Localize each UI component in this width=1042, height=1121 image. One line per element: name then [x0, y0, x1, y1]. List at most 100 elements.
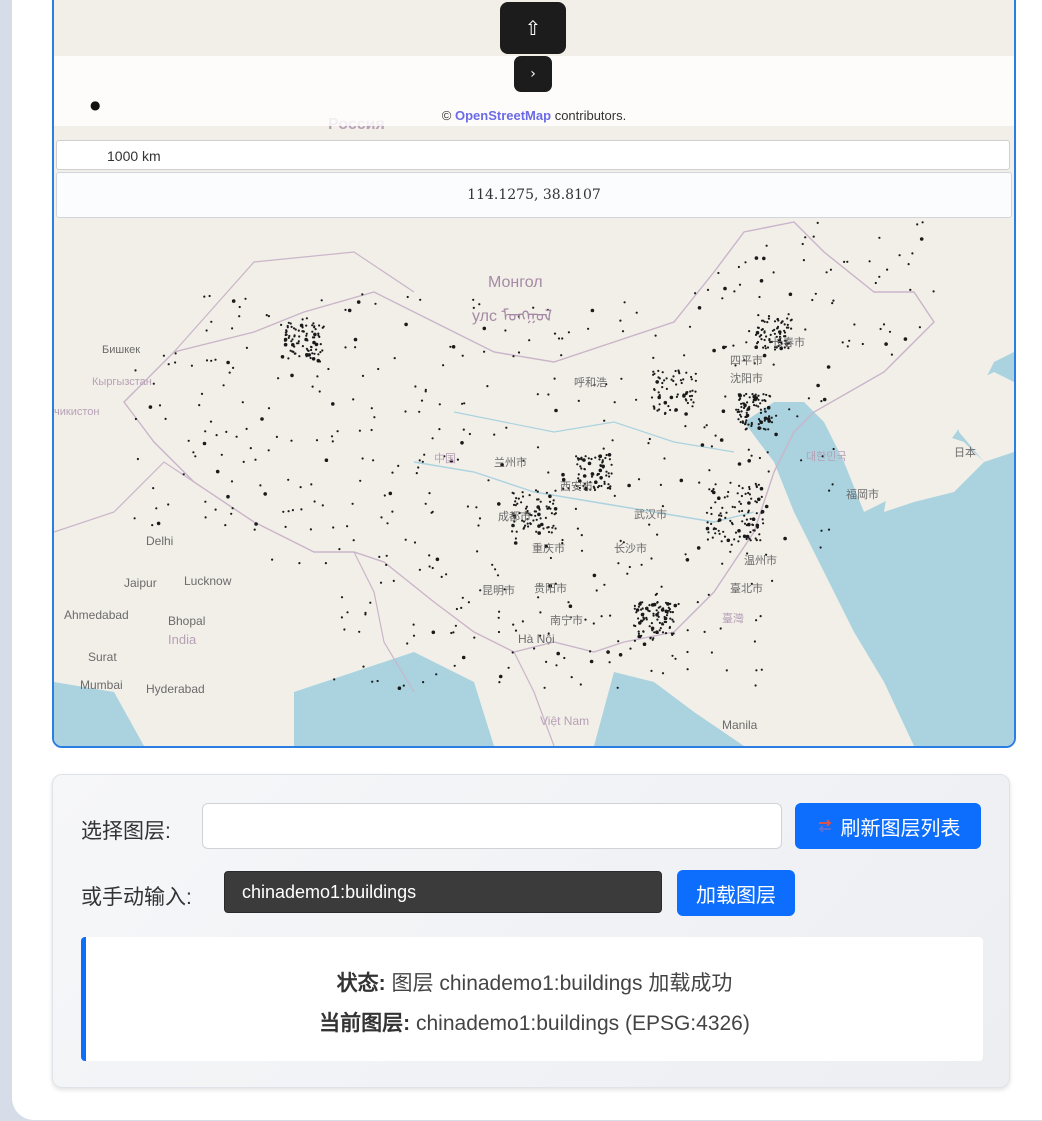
building-point — [204, 516, 207, 519]
map-view[interactable]: Россия Монгол улс ᠮᠣᠩᠭᠣᠯ Бишкек Кыргызст… — [52, 0, 1016, 748]
building-point — [347, 308, 352, 313]
refresh-layers-button[interactable]: 刷新图层列表 — [795, 803, 981, 849]
building-point — [421, 460, 424, 463]
building-point — [520, 501, 523, 504]
building-point — [663, 400, 668, 405]
building-point — [536, 446, 540, 449]
building-point — [652, 373, 655, 376]
building-point — [648, 604, 651, 607]
building-point — [287, 321, 290, 324]
building-point — [318, 324, 321, 327]
building-point — [607, 472, 610, 475]
building-point — [811, 298, 814, 302]
building-point — [167, 503, 170, 506]
building-point — [598, 458, 601, 461]
building-point — [317, 353, 320, 356]
building-point — [757, 483, 761, 486]
building-point — [740, 402, 743, 405]
building-point — [748, 330, 751, 333]
building-point — [652, 405, 655, 408]
building-point — [613, 401, 616, 404]
building-point — [539, 517, 542, 520]
building-point — [737, 540, 740, 543]
building-point — [661, 622, 664, 625]
building-point — [661, 386, 664, 389]
building-point — [487, 479, 490, 482]
building-point — [672, 375, 675, 378]
openstreetmap-link[interactable]: OpenStreetMap — [455, 108, 551, 123]
building-point — [595, 589, 598, 592]
building-point — [868, 260, 871, 263]
building-point — [669, 617, 672, 620]
building-point — [424, 502, 427, 505]
building-point — [385, 554, 388, 557]
building-point — [431, 510, 434, 513]
building-point — [547, 471, 550, 474]
building-point — [298, 335, 301, 338]
building-point — [263, 492, 267, 496]
manual-layer-input[interactable]: chinademo1:buildings — [224, 871, 662, 913]
building-point — [370, 428, 373, 432]
building-point — [380, 516, 383, 519]
building-point — [560, 354, 563, 357]
building-point — [294, 328, 297, 331]
building-point — [553, 507, 558, 511]
building-point — [155, 507, 158, 510]
building-point — [392, 579, 395, 583]
layer-select[interactable] — [202, 803, 782, 849]
building-point — [720, 514, 723, 518]
building-point — [737, 529, 741, 533]
building-point — [231, 327, 234, 330]
building-point — [301, 326, 304, 329]
building-point — [620, 377, 623, 380]
building-point — [222, 384, 225, 387]
building-point — [706, 288, 710, 291]
building-point — [511, 523, 515, 528]
building-point — [683, 354, 686, 357]
label-viet-nam: Việt Nam — [540, 714, 590, 728]
building-point — [760, 334, 763, 337]
building-point — [608, 475, 611, 478]
building-point — [765, 244, 768, 247]
building-point — [589, 659, 594, 664]
building-point — [736, 410, 739, 414]
building-point — [594, 456, 597, 459]
load-layer-button[interactable]: 加载图层 — [677, 870, 795, 916]
building-point — [661, 672, 665, 675]
building-point — [600, 615, 603, 618]
building-point — [741, 509, 744, 513]
building-point — [623, 301, 626, 304]
building-point — [535, 518, 538, 521]
building-point — [759, 402, 762, 405]
label-kunming: 昆明市 — [482, 585, 515, 597]
building-point — [608, 458, 612, 461]
building-point — [306, 339, 309, 342]
building-point — [629, 647, 632, 650]
building-point — [765, 393, 768, 396]
building-point — [640, 619, 643, 622]
building-point — [609, 614, 612, 617]
map-next-button[interactable]: › — [514, 56, 552, 92]
building-point — [668, 625, 672, 629]
building-point — [362, 665, 365, 668]
building-point — [745, 341, 748, 344]
building-point — [455, 607, 458, 611]
building-point — [616, 686, 619, 689]
building-point — [151, 524, 154, 527]
building-point — [878, 275, 881, 278]
building-point — [238, 305, 241, 309]
building-point — [650, 603, 655, 607]
label-tajikistan: чикистон — [54, 406, 100, 418]
label-korea: 대한민국 — [806, 451, 847, 463]
building-point — [667, 405, 670, 408]
building-point — [814, 292, 817, 295]
building-point — [706, 538, 710, 541]
building-point — [762, 393, 765, 396]
building-point — [601, 459, 604, 462]
building-point — [682, 393, 685, 396]
building-point — [816, 383, 820, 388]
building-point — [767, 470, 770, 473]
building-point — [662, 607, 665, 610]
building-point — [514, 500, 517, 503]
map-up-button[interactable]: ⇧ — [500, 2, 566, 54]
